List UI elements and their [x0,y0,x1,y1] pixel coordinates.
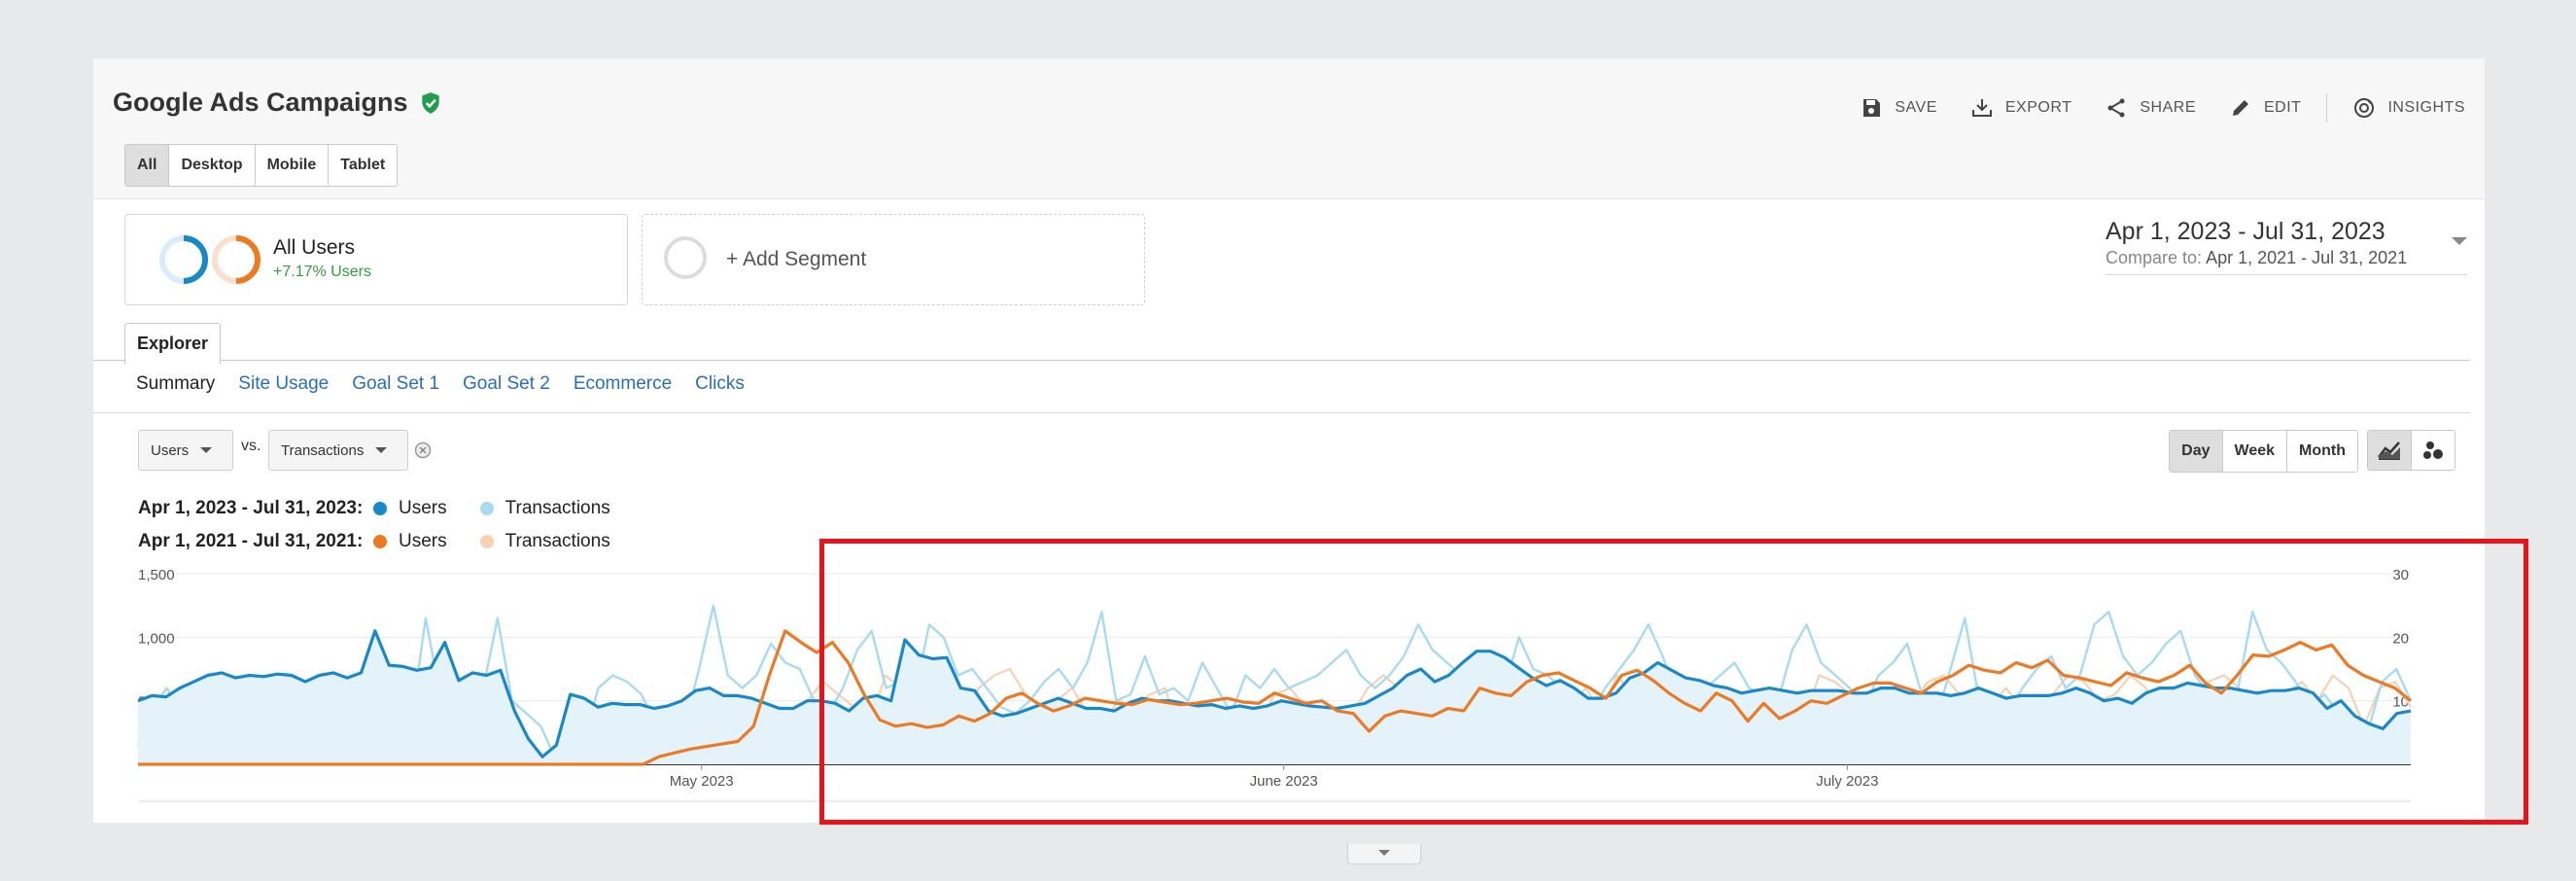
x-tick-label: May 2023 [670,773,734,790]
chart-range-handle[interactable] [1347,844,1421,864]
y-left-tick-label: 1,000 [138,630,175,647]
highlight-box [819,539,2528,825]
y-left-tick-label: 1,500 [138,567,175,583]
report-panel: Google Ads Campaigns SAVE EXPORT SHARE E… [93,58,2528,864]
